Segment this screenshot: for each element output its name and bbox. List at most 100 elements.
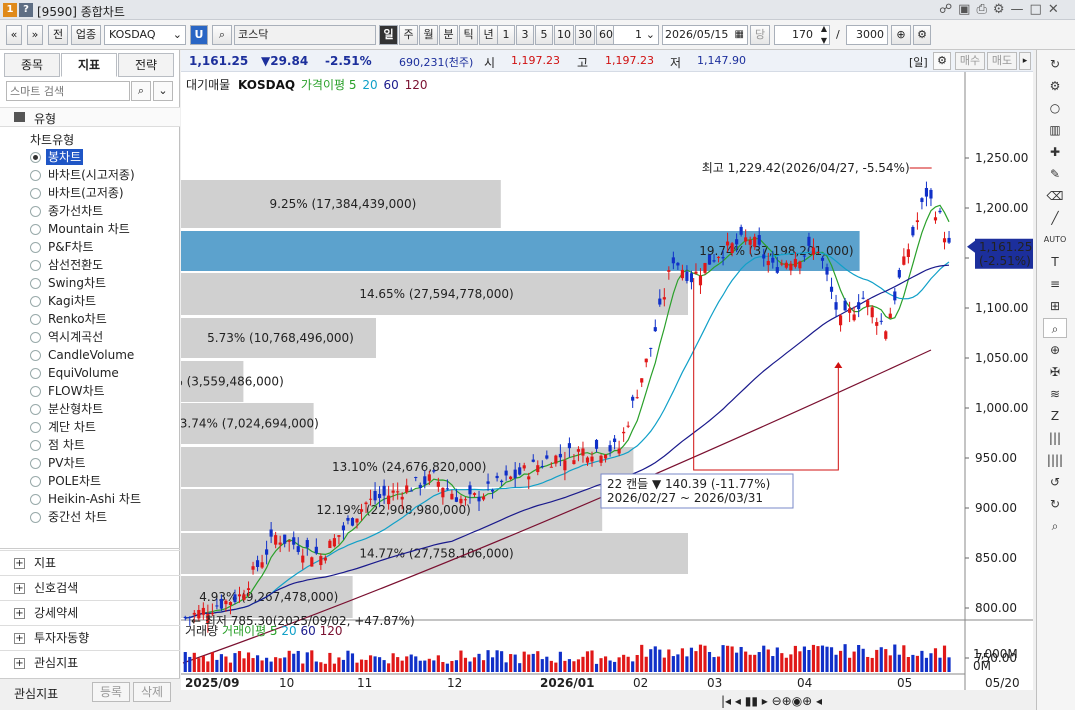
expand-plus-icon[interactable]: + [14, 633, 25, 644]
interval-select[interactable]: 1 ⌄ [613, 25, 659, 45]
settings-icon[interactable]: ⚙ [993, 2, 1011, 17]
legend-ma120[interactable]: 120 [405, 78, 428, 92]
chart-type-radio[interactable] [30, 260, 41, 271]
circle-icon[interactable]: ○ [1043, 98, 1067, 118]
market-code-badge[interactable]: U [190, 25, 208, 45]
auto-line-icon[interactable]: AUTO [1043, 230, 1067, 250]
trend-line-icon[interactable]: ╱ [1043, 208, 1067, 228]
period-button-1[interactable]: 주 [399, 25, 418, 45]
market-select[interactable]: KOSDAQ ⌄ [104, 25, 186, 45]
chart-type-item[interactable]: Swing차트 [48, 275, 106, 291]
chart-type-item[interactable]: POLE차트 [48, 473, 101, 489]
close-icon[interactable]: ✕ [1048, 2, 1065, 17]
refresh-icon[interactable]: ↻ [1043, 54, 1067, 74]
interval-button-2[interactable]: 5 [535, 25, 553, 45]
chart-type-item[interactable]: 중간선 차트 [48, 509, 107, 525]
chart-type-radio[interactable] [30, 440, 41, 451]
vertical-lines-icon[interactable]: ||| [1043, 428, 1067, 448]
chart-type-radio[interactable] [30, 152, 41, 163]
chart-type-item[interactable]: 점 차트 [48, 437, 85, 453]
chart-type-item[interactable]: 바차트(고저종) [48, 185, 124, 201]
chart-type-radio[interactable] [30, 188, 41, 199]
chart-type-item[interactable]: PV차트 [48, 455, 86, 471]
chart-type-item[interactable]: 봉차트 [46, 149, 84, 165]
legend-overlay[interactable]: 대기매물 [186, 78, 230, 92]
cross-line-icon[interactable]: ✚ [1043, 142, 1067, 162]
volume-legend-ma5[interactable]: 거래이평 5 [222, 624, 278, 638]
chart-type-item[interactable]: 삼선전환도 [48, 257, 103, 273]
section-3[interactable]: + 투자자동향 [0, 625, 180, 650]
upjong-button[interactable]: 업종 [71, 25, 101, 45]
chart-type-item[interactable]: 바차트(시고저종) [48, 167, 135, 183]
calendar-icon[interactable]: ▦ [735, 26, 744, 44]
chart-type-radio[interactable] [30, 296, 41, 307]
text-tool-icon[interactable]: T [1043, 252, 1067, 272]
date-field[interactable]: 2026/05/15 ▦ [662, 25, 748, 45]
register-button[interactable]: 등록 [92, 682, 130, 702]
interval-button-3[interactable]: 10 [554, 25, 574, 45]
chart-type-radio[interactable] [30, 350, 41, 361]
candle-icon[interactable]: ⊞ [1043, 296, 1067, 316]
fibonacci-icon[interactable]: ≡ [1043, 274, 1067, 294]
section-2[interactable]: + 강세약세 [0, 600, 180, 625]
interval-button-4[interactable]: 30 [575, 25, 595, 45]
price-chart-svg[interactable]: 9.25% (17,384,439,000)19.74% (37,198,201… [181, 50, 1033, 710]
count-stepper[interactable]: 170 ▲ ▼ [774, 23, 830, 47]
chart-type-item[interactable]: Kagi차트 [48, 293, 96, 309]
chart-type-radio[interactable] [30, 476, 41, 487]
chart-type-radio[interactable] [30, 458, 41, 469]
chart-type-item[interactable]: 분산형차트 [48, 401, 103, 417]
chart-type-item[interactable]: CandleVolume [48, 347, 134, 363]
chart-type-item[interactable]: 종가선차트 [48, 203, 103, 219]
period-button-2[interactable]: 월 [419, 25, 438, 45]
maximize-icon[interactable]: □ [1030, 2, 1048, 17]
minimize-icon[interactable]: — [1011, 2, 1030, 17]
expand-plus-icon[interactable]: + [14, 658, 25, 669]
section-1[interactable]: + 신호검색 [0, 575, 180, 600]
zigzag-icon[interactable]: Z [1043, 406, 1067, 426]
interval-button-0[interactable]: 1 [497, 25, 515, 45]
chart-type-radio[interactable] [30, 386, 41, 397]
smart-search-field[interactable] [6, 81, 130, 101]
tree-root[interactable]: 유형 [0, 107, 180, 127]
chart-type-item[interactable]: Renko차트 [48, 311, 107, 327]
period-button-5[interactable]: 년 [479, 25, 498, 45]
period-button-3[interactable]: 분 [439, 25, 458, 45]
chart-type-radio[interactable] [30, 224, 41, 235]
chart-type-radio[interactable] [30, 494, 41, 505]
section-4[interactable]: + 관심지표 [0, 650, 180, 675]
section-0[interactable]: + 지표 [0, 550, 180, 575]
eraser-icon[interactable]: ⌫ [1043, 186, 1067, 206]
chart-type-item[interactable]: 역시계곡선 [48, 329, 103, 345]
period-button-0[interactable]: 일 [379, 25, 398, 45]
delete-button[interactable]: 삭제 [133, 682, 171, 702]
volume-legend-ma120[interactable]: 120 [320, 624, 343, 638]
chart-type-radio[interactable] [30, 242, 41, 253]
chart-type-item[interactable]: EquiVolume [48, 365, 119, 381]
expand-plus-icon[interactable]: + [14, 608, 25, 619]
volume-legend-name[interactable]: 거래량 [185, 624, 218, 638]
dang-button[interactable]: 당 [750, 25, 770, 45]
settings-icon[interactable]: ⚙ [933, 52, 951, 70]
total-field[interactable]: 3000 [846, 25, 888, 45]
gear-icon[interactable]: ⚙ [913, 25, 931, 45]
chart-type-item[interactable]: 계단 차트 [48, 419, 96, 435]
print-icon[interactable]: ⎙ [976, 2, 992, 17]
pen-icon[interactable]: ✎ [1043, 164, 1067, 184]
volume-legend-ma60[interactable]: 60 [301, 624, 316, 638]
chart-area[interactable]: 9.25% (17,384,439,000) 19.74% (37,198,201… [181, 50, 1033, 710]
collapse-icon[interactable]: ⌄ [153, 81, 173, 101]
expand-plus-icon[interactable]: + [14, 583, 25, 594]
gear-icon[interactable]: ⚙ [1043, 76, 1067, 96]
chart-type-radio[interactable] [30, 278, 41, 289]
undo-icon[interactable]: ↺ [1043, 472, 1067, 492]
expand-down-icon[interactable]: » [27, 25, 43, 45]
tab-strategy[interactable]: 전략 [118, 53, 174, 77]
wave-icon[interactable]: ≋ [1043, 384, 1067, 404]
stepper-arrows-icon[interactable]: ▲ ▼ [821, 23, 827, 47]
link-icon[interactable]: ☍ [939, 2, 958, 17]
collapse-right-icon[interactable]: ▸ [1019, 52, 1031, 70]
vertical-grid-icon[interactable]: |||| [1043, 450, 1067, 470]
legend-ma60[interactable]: 60 [383, 78, 398, 92]
chart-type-radio[interactable] [30, 314, 41, 325]
